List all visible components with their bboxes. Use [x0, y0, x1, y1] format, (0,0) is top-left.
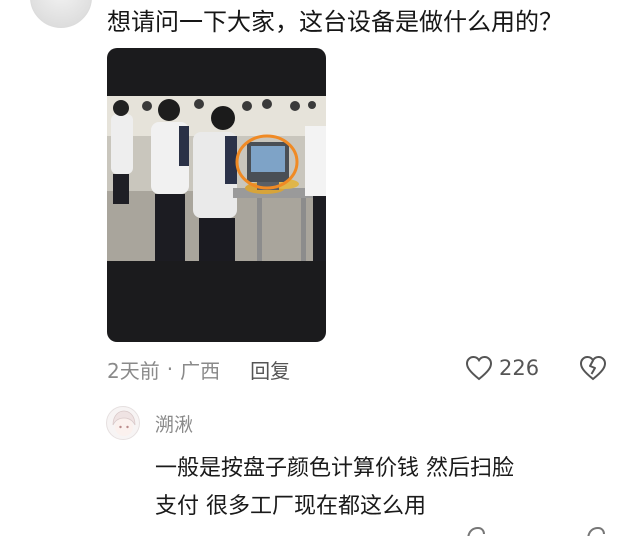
reply-text: 一般是按盘子颜色计算价钱 然后扫脸 支付 很多工厂现在都这么用	[155, 450, 625, 526]
meta-separator: ·	[166, 357, 174, 381]
broken-heart-icon[interactable]	[579, 354, 607, 382]
comment-meta: 2天前 · 广西 回复	[107, 354, 290, 384]
reply-line-2: 支付 很多工厂现在都这么用	[155, 494, 426, 519]
like-button[interactable]: 226	[465, 353, 539, 383]
like-count: 226	[499, 356, 540, 380]
anime-avatar-icon	[112, 410, 136, 436]
comment-time: 2天前	[107, 358, 160, 383]
canteen-photo	[107, 96, 326, 261]
reply-line-1: 一般是按盘子颜色计算价钱 然后扫脸	[155, 456, 514, 481]
comment-text: 想请问一下大家，这台设备是做什么用的？	[107, 8, 563, 36]
comment-location: 广西	[180, 358, 221, 383]
comment-image[interactable]	[107, 48, 326, 342]
commenter-avatar[interactable]	[30, 0, 92, 28]
reply-button[interactable]: 回复	[250, 355, 290, 384]
heart-icon	[465, 355, 493, 381]
reply-avatar[interactable]	[106, 406, 140, 440]
next-comment-actions-partial	[467, 526, 605, 536]
reply-username[interactable]: 溯湫	[155, 410, 193, 437]
